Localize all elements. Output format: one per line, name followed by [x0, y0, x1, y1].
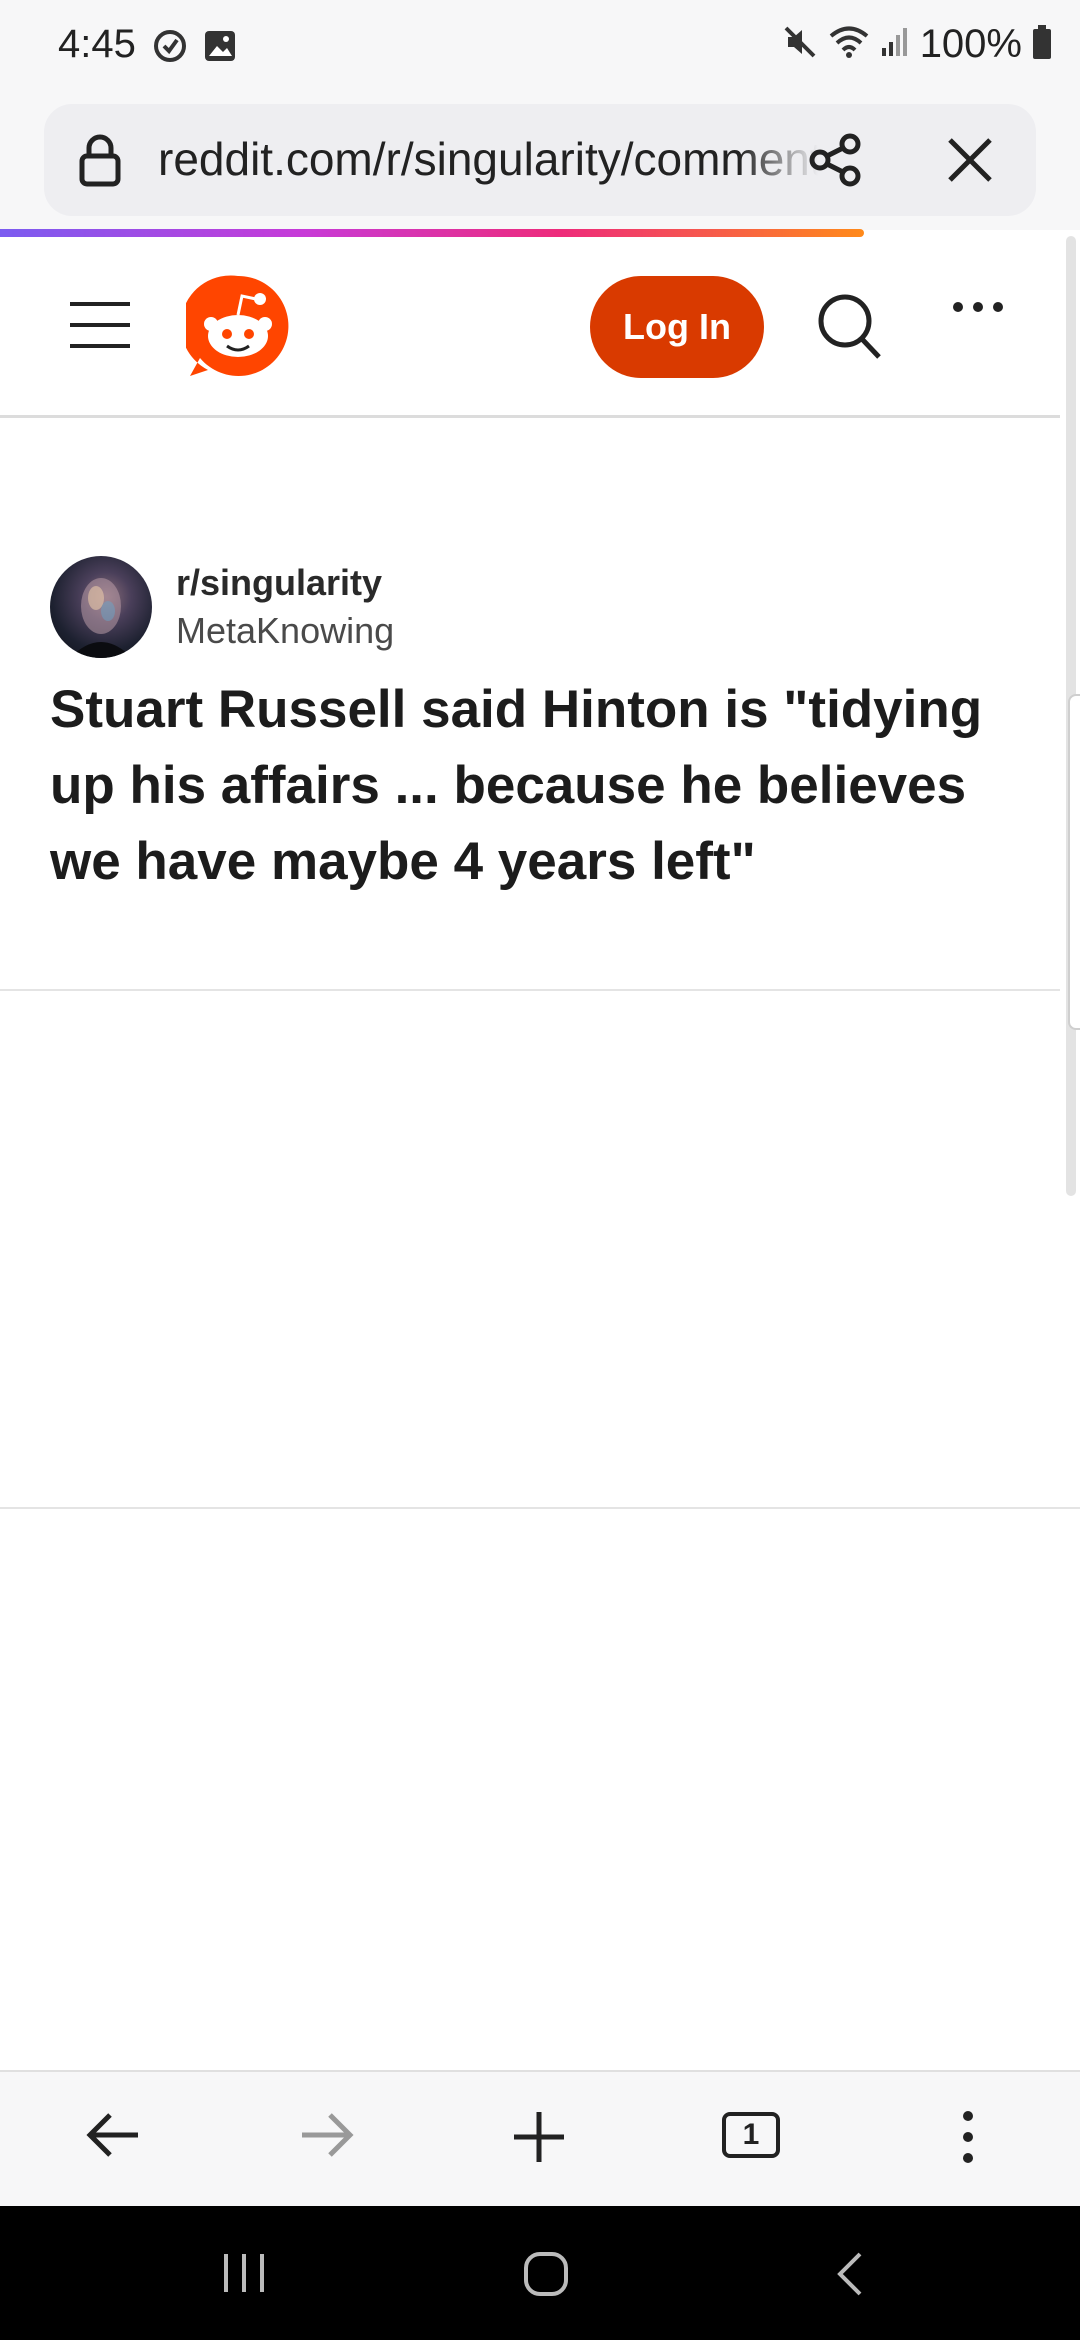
sync-icon — [152, 28, 188, 69]
url-text[interactable]: reddit.com/r/singularity/comments — [158, 132, 818, 192]
login-button[interactable]: Log In — [590, 276, 764, 378]
home-icon[interactable] — [522, 2250, 570, 2303]
divider — [0, 989, 1060, 991]
back-arrow-icon[interactable] — [86, 2110, 142, 2165]
reddit-header: Log In — [0, 240, 1060, 418]
menu-icon[interactable] — [70, 300, 130, 355]
more-options-icon[interactable] — [950, 300, 1006, 319]
search-icon[interactable] — [816, 292, 884, 367]
browser-bottom-toolbar: 1 — [0, 2070, 1080, 2206]
author-link[interactable]: MetaKnowing — [176, 610, 394, 652]
status-bar: 4:45 100% — [0, 0, 1080, 100]
side-handle[interactable] — [1068, 694, 1080, 1030]
subreddit-link[interactable]: r/singularity — [176, 562, 382, 604]
mute-icon — [782, 24, 818, 65]
system-nav-bar — [0, 2206, 1080, 2340]
page-load-progress — [0, 229, 864, 237]
browser-address-area: reddit.com/r/singularity/comments — [0, 100, 1080, 230]
signal-icon — [880, 24, 910, 65]
recent-apps-icon[interactable] — [220, 2250, 268, 2301]
share-icon[interactable] — [806, 132, 866, 193]
forward-arrow-icon[interactable] — [298, 2110, 354, 2165]
post-title[interactable]: Stuart Russell said Hinton is "tidying u… — [50, 672, 1040, 900]
system-back-icon[interactable] — [830, 2250, 870, 2303]
subreddit-avatar[interactable] — [50, 556, 152, 658]
close-icon[interactable] — [942, 132, 998, 193]
divider — [0, 1507, 1080, 1509]
address-bar[interactable]: reddit.com/r/singularity/comments — [44, 104, 1036, 216]
new-tab-plus-icon[interactable] — [512, 2110, 566, 2169]
battery-icon — [1032, 24, 1052, 65]
tabs-button[interactable]: 1 — [722, 2112, 780, 2158]
status-time: 4:45 — [58, 22, 136, 66]
reddit-logo[interactable] — [180, 274, 290, 385]
wifi-icon — [828, 24, 870, 65]
browser-menu-icon[interactable] — [958, 2110, 978, 2169]
battery-percent: 100% — [919, 22, 1022, 66]
lock-icon[interactable] — [78, 134, 122, 193]
image-icon — [202, 28, 238, 69]
